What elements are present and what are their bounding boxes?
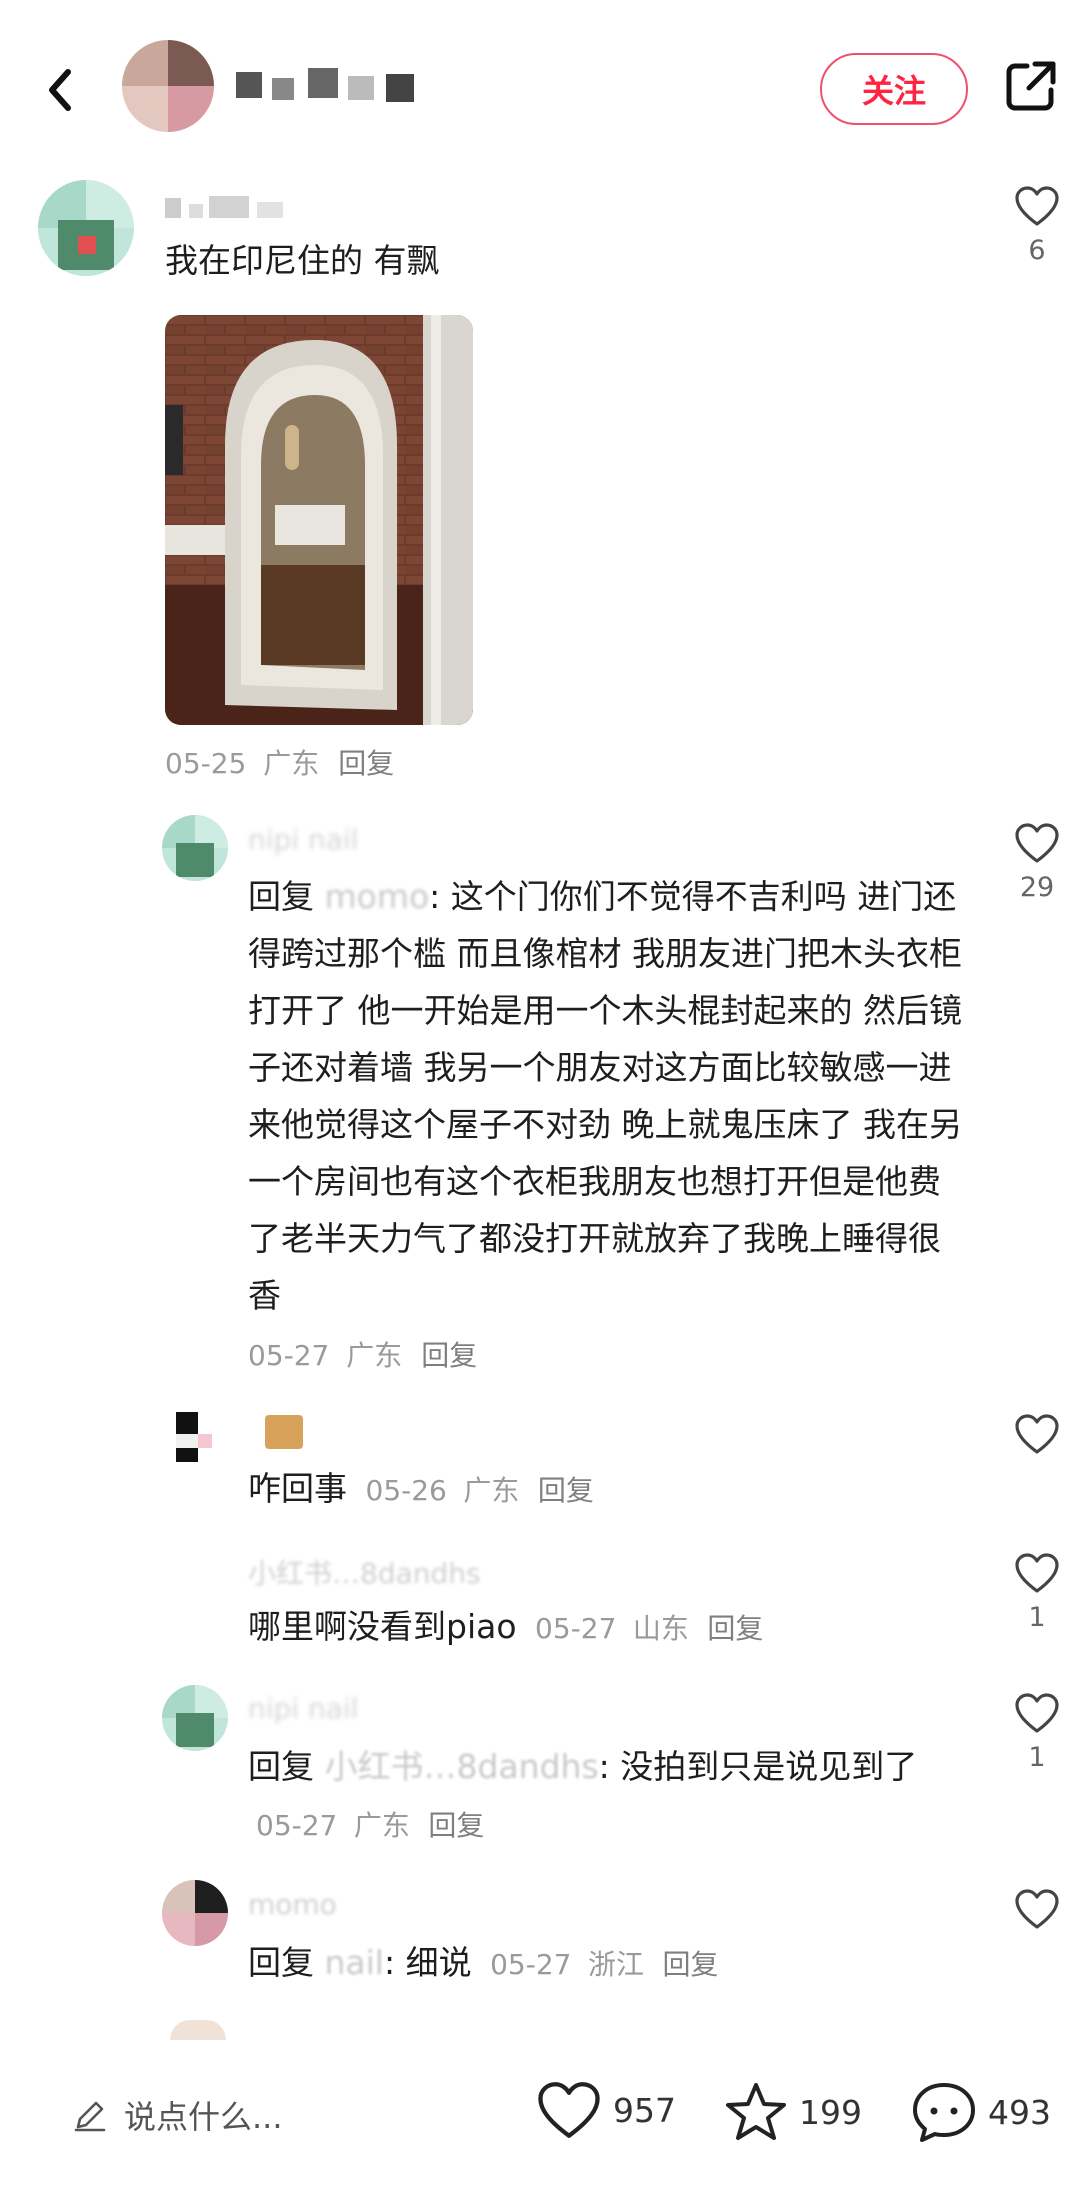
commenter-avatar[interactable] (168, 1410, 226, 1468)
commenter-avatar[interactable] (38, 180, 134, 276)
comment-input-placeholder: 说点什么... (124, 2098, 283, 2136)
heart-icon (1015, 1553, 1059, 1593)
like-count: 6 (1028, 235, 1046, 266)
comment-location: 广东 (353, 1809, 410, 1842)
mirror-door-photo (165, 315, 473, 725)
commenter-badge-blurred (265, 1415, 305, 1451)
heart-icon (1015, 1889, 1059, 1929)
follow-button[interactable]: 关注 (820, 53, 968, 125)
heart-icon (1015, 1414, 1059, 1454)
like-count: 1 (1028, 1742, 1046, 1773)
author-avatar[interactable] (122, 40, 214, 132)
commenter-name-blurred[interactable]: nipi nail (248, 823, 378, 859)
back-arrow-icon (49, 69, 71, 111)
comment-like-button[interactable]: 6 (1002, 185, 1072, 266)
comment-like-button[interactable]: 29 (1002, 822, 1072, 903)
comment-text: 回复 小红书…8dandhs: 没拍到只是说见到了 05-27 广东 回复 (248, 1747, 918, 1842)
mention-link[interactable]: momo (325, 877, 430, 916)
comment-location: 广东 (346, 1339, 403, 1372)
comment-input[interactable]: 说点什么... (72, 2085, 283, 2145)
commenter-name-blurred[interactable]: momo (248, 1888, 368, 1924)
comment-photo[interactable] (165, 315, 473, 725)
reply-link[interactable]: 回复 (538, 1474, 594, 1507)
commenter-name-blurred[interactable]: nipi nail (248, 1692, 378, 1728)
reply-link[interactable]: 回复 (428, 1809, 484, 1842)
like-count: 1 (1028, 1602, 1046, 1633)
comment-like-button[interactable]: 1 (1002, 1552, 1072, 1633)
comment-date: 05-27 (248, 1339, 330, 1372)
comment-text: 哪里啊没看到piao 05-27 山东 回复 (248, 1607, 764, 1646)
comment-date: 05-27 (256, 1809, 338, 1842)
back-button[interactable] (38, 60, 98, 120)
commenter-name-blurred[interactable] (165, 190, 295, 226)
reply-link[interactable]: 回复 (707, 1612, 763, 1645)
reply-link[interactable]: 回复 (421, 1339, 477, 1372)
star-icon (726, 2083, 786, 2140)
like-count: 29 (1019, 872, 1055, 903)
comment-location: 广东 (263, 747, 320, 780)
mention-link[interactable]: 小红书…8dandhs (325, 1747, 599, 1786)
top-bar: 关注 (0, 0, 1080, 170)
comment-text: 咋回事 05-26 广东 回复 (248, 1469, 594, 1508)
heart-icon (1015, 186, 1059, 226)
heart-icon (538, 2082, 600, 2138)
collect-action[interactable]: 199 (723, 2080, 862, 2144)
comment-bubble-icon (913, 2083, 975, 2142)
comment-text: 回复 momo: 这个门你们不觉得不吉利吗 进门还得跨过那个槛 而且像棺材 我朋… (248, 877, 962, 1315)
comment-location: 浙江 (587, 1948, 644, 1981)
comment-meta: 05-25 广东 回复 (165, 742, 394, 782)
next-comment-peek (170, 2020, 226, 2040)
comment-date: 05-27 (490, 1948, 572, 1981)
comment-meta: 05-27 广东 回复 (248, 1334, 477, 1374)
bottom-bar: 说点什么... 957 199 493 (0, 2040, 1080, 2187)
like-total: 957 (613, 2090, 676, 2130)
share-icon (1006, 61, 1056, 111)
comment-date: 05-25 (165, 747, 247, 780)
share-button[interactable] (1003, 58, 1059, 114)
commenter-avatar[interactable] (162, 1880, 228, 1946)
comment-location: 广东 (463, 1474, 520, 1507)
collect-total: 199 (799, 2092, 862, 2132)
comment-total: 493 (988, 2092, 1051, 2132)
commenter-name-blurred[interactable]: 小红书…8dandhs (248, 1552, 578, 1590)
comment-text: 回复 nail: 细说 05-27 浙江 回复 (248, 1943, 719, 1982)
comment-date: 05-26 (365, 1474, 447, 1507)
pencil-icon (74, 2101, 106, 2132)
reply-link[interactable]: 回复 (338, 747, 394, 780)
heart-icon (1015, 823, 1059, 863)
comment-like-button[interactable]: 1 (1002, 1692, 1072, 1773)
comment-location: 山东 (632, 1612, 689, 1645)
author-name-blurred[interactable] (236, 64, 436, 108)
commenter-avatar[interactable] (162, 815, 228, 881)
like-action[interactable]: 957 (535, 2080, 676, 2140)
comment-date: 05-27 (535, 1612, 617, 1645)
comment-like-button[interactable] (1002, 1888, 1072, 1930)
mention-link[interactable]: nail (325, 1943, 384, 1982)
heart-icon (1015, 1693, 1059, 1733)
comment-action[interactable]: 493 (910, 2080, 1051, 2144)
comment-text: 我在印尼住的 有飘 (165, 241, 440, 280)
comment-like-button[interactable] (1002, 1413, 1072, 1455)
reply-link[interactable]: 回复 (662, 1948, 718, 1981)
commenter-avatar[interactable] (162, 1685, 228, 1751)
